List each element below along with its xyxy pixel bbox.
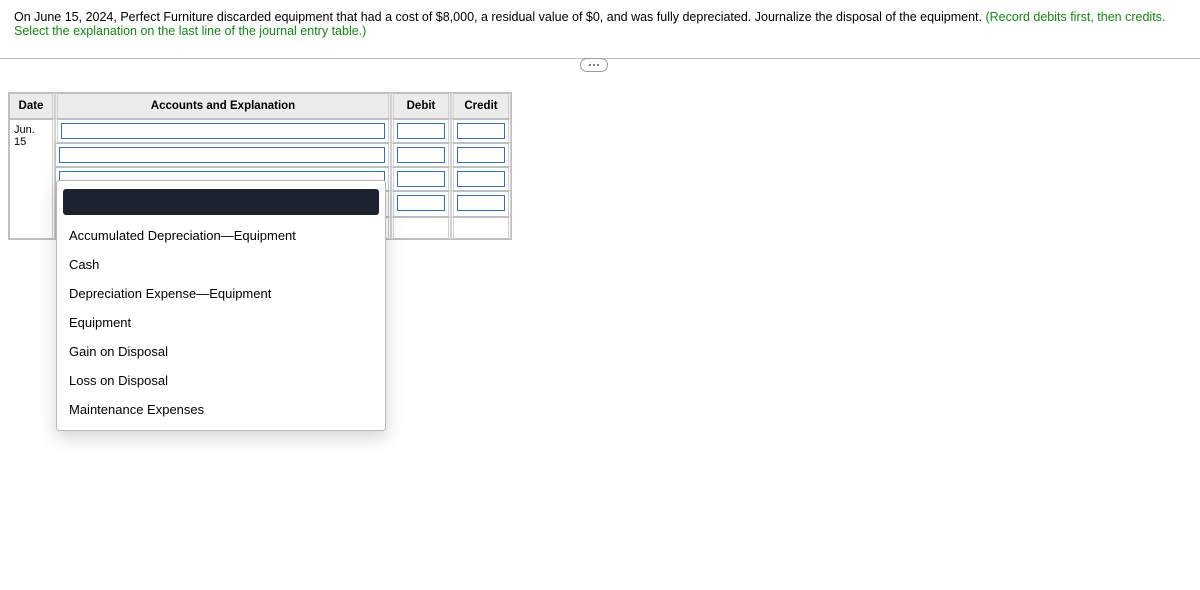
expand-pill[interactable] <box>580 58 608 72</box>
dropdown-option[interactable]: Equipment <box>57 308 385 337</box>
dropdown-option[interactable]: Cash <box>57 250 385 279</box>
question-text: On June 15, 2024, Perfect Furniture disc… <box>0 0 1200 50</box>
header-credit: Credit <box>451 93 511 119</box>
section-divider <box>0 58 1200 74</box>
dropdown-option[interactable]: Accumulated Depreciation—Equipment <box>57 221 385 250</box>
header-date: Date <box>9 93 55 119</box>
header-accounts: Accounts and Explanation <box>55 93 391 119</box>
dropdown-option-blank[interactable] <box>63 189 379 215</box>
debit-input[interactable] <box>397 123 445 139</box>
dropdown-option[interactable]: Gain on Disposal <box>57 337 385 366</box>
table-row: Jun. 15 <box>9 119 511 143</box>
dropdown-option[interactable]: Maintenance Expenses <box>57 395 385 424</box>
date-cell: Jun. 15 <box>9 119 55 239</box>
header-debit: Debit <box>391 93 451 119</box>
debit-input[interactable] <box>397 147 445 163</box>
dropdown-option[interactable]: Loss on Disposal <box>57 366 385 395</box>
table-row <box>9 143 511 167</box>
date-value: Jun. 15 <box>14 124 35 148</box>
credit-input[interactable] <box>457 147 505 163</box>
debit-input[interactable] <box>397 195 445 211</box>
credit-input[interactable] <box>457 123 505 139</box>
dropdown-option[interactable]: Depreciation Expense—Equipment <box>57 279 385 308</box>
credit-input[interactable] <box>457 195 505 211</box>
account-input[interactable] <box>61 123 385 139</box>
debit-input[interactable] <box>397 171 445 187</box>
account-input[interactable] <box>59 147 385 163</box>
credit-input[interactable] <box>457 171 505 187</box>
explanation-dropdown: Accumulated Depreciation—Equipment Cash … <box>56 180 386 431</box>
question-body: On June 15, 2024, Perfect Furniture disc… <box>14 10 985 24</box>
